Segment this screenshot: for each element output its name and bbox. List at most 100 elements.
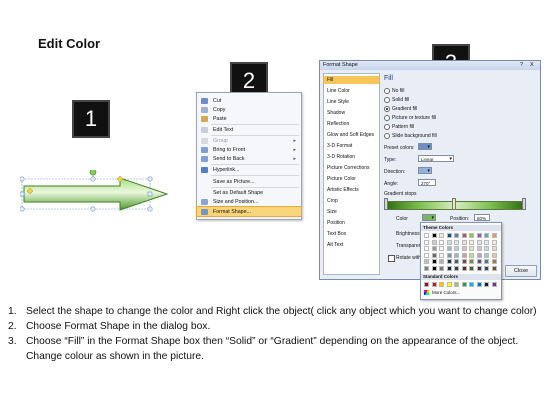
color-swatch[interactable] [431, 233, 437, 238]
color-swatch[interactable] [469, 233, 474, 238]
color-swatch[interactable] [484, 239, 489, 245]
menu-item-paste[interactable]: Paste [197, 114, 301, 123]
color-swatch[interactable] [454, 233, 459, 238]
color-swatch[interactable] [491, 239, 497, 245]
menu-item-copy[interactable]: Copy [197, 105, 301, 114]
gradient-stop-handle[interactable] [452, 198, 456, 210]
position-input[interactable]: 60% [474, 214, 490, 221]
color-swatch[interactable] [431, 252, 437, 258]
radio-pattern-fill[interactable] [384, 124, 390, 130]
color-swatch[interactable] [491, 282, 497, 287]
close-icon[interactable]: X [530, 62, 534, 68]
color-swatch[interactable] [491, 246, 497, 251]
nav-item-3d-rotation[interactable]: 3-D Rotation [327, 153, 377, 161]
color-swatch[interactable] [439, 259, 444, 264]
color-swatch[interactable] [484, 259, 489, 264]
color-swatch[interactable] [431, 259, 437, 264]
nav-item-glow[interactable]: Glow and Soft Edges [327, 131, 377, 139]
color-swatch[interactable] [439, 233, 444, 238]
color-swatch[interactable] [454, 282, 459, 287]
color-swatch[interactable] [424, 259, 429, 264]
gradient-stop-handle[interactable] [522, 198, 526, 210]
nav-item-fill[interactable]: Fill [324, 76, 379, 84]
nav-item-position[interactable]: Position [327, 219, 377, 227]
help-button[interactable]: ? [520, 62, 523, 68]
color-swatch[interactable] [461, 246, 467, 251]
color-swatch[interactable] [446, 246, 452, 251]
nav-item-artistic-effects[interactable]: Artistic Effects [327, 186, 377, 194]
color-swatch[interactable] [431, 246, 437, 251]
color-swatch[interactable] [476, 246, 482, 251]
preset-colors-dropdown[interactable] [418, 143, 432, 151]
color-swatch[interactable] [491, 252, 497, 258]
color-swatch[interactable] [431, 282, 437, 287]
color-swatch[interactable] [469, 259, 474, 264]
color-swatch[interactable] [476, 259, 482, 264]
radio-gradient-fill[interactable] [384, 106, 390, 112]
color-swatch[interactable] [469, 282, 474, 287]
radio-solid-fill[interactable] [384, 97, 390, 103]
color-swatch[interactable] [461, 259, 467, 264]
angle-input[interactable]: 270° [418, 179, 436, 186]
color-swatch[interactable] [461, 239, 467, 245]
menu-item-send-to-back[interactable]: Send to Back ▸ [197, 154, 301, 163]
color-swatch[interactable] [484, 282, 489, 287]
radio-slide-background-fill[interactable] [384, 133, 390, 139]
menu-item-size-position[interactable]: Size and Position... [197, 197, 301, 206]
color-swatch[interactable] [454, 252, 459, 258]
menu-item-set-default-shape[interactable]: Set as Default Shape [197, 188, 301, 197]
nav-item-text-box[interactable]: Text Box [327, 230, 377, 238]
color-swatch[interactable] [476, 239, 482, 245]
color-swatch[interactable] [484, 233, 489, 238]
color-swatch[interactable] [491, 233, 497, 238]
color-swatch[interactable] [424, 265, 429, 271]
nav-item-alt-text[interactable]: Alt Text [327, 241, 377, 249]
color-swatch[interactable] [461, 265, 467, 271]
close-button[interactable]: Close [505, 265, 537, 277]
color-swatch[interactable] [446, 259, 452, 264]
color-swatch[interactable] [439, 252, 444, 258]
color-dropdown[interactable] [422, 214, 436, 222]
menu-item-hyperlink[interactable]: Hyperlink... [197, 165, 301, 174]
color-swatch[interactable] [476, 252, 482, 258]
color-swatch[interactable] [491, 265, 497, 271]
selected-arrow-shape[interactable] [19, 168, 170, 220]
more-colors-link[interactable]: More Colors... [432, 290, 460, 295]
color-swatch[interactable] [484, 265, 489, 271]
direction-dropdown[interactable] [418, 167, 432, 175]
rotate-checkbox[interactable] [388, 255, 395, 262]
color-swatch[interactable] [424, 233, 429, 238]
color-swatch[interactable] [461, 282, 467, 287]
radio-picture-fill[interactable] [384, 115, 390, 121]
color-swatch[interactable] [446, 233, 452, 238]
color-swatch[interactable] [454, 239, 459, 245]
color-swatch[interactable] [484, 252, 489, 258]
color-swatch[interactable] [439, 246, 444, 251]
menu-item-edit-text[interactable]: Edit Text [197, 125, 301, 134]
color-swatch[interactable] [469, 265, 474, 271]
color-swatch[interactable] [424, 246, 429, 251]
menu-item-format-shape[interactable]: Format Shape... [196, 206, 302, 217]
color-swatch[interactable] [446, 252, 452, 258]
color-swatch[interactable] [431, 265, 437, 271]
color-swatch[interactable] [454, 265, 459, 271]
color-swatch[interactable] [469, 252, 474, 258]
color-swatch[interactable] [484, 246, 489, 251]
color-swatch[interactable] [491, 259, 497, 264]
color-swatch[interactable] [431, 239, 437, 245]
color-swatch[interactable] [424, 282, 429, 287]
nav-item-line-color[interactable]: Line Color [327, 87, 377, 95]
color-swatch[interactable] [476, 265, 482, 271]
color-swatch[interactable] [439, 239, 444, 245]
radio-no-fill[interactable] [384, 88, 390, 94]
menu-item-cut[interactable]: Cut [197, 96, 301, 105]
nav-item-picture-corrections[interactable]: Picture Corrections [327, 164, 377, 172]
color-swatch[interactable] [439, 282, 444, 287]
color-swatch[interactable] [446, 265, 452, 271]
color-swatch[interactable] [454, 259, 459, 264]
color-swatch[interactable] [439, 265, 444, 271]
color-swatch[interactable] [461, 252, 467, 258]
color-swatch[interactable] [469, 239, 474, 245]
color-swatch[interactable] [469, 246, 474, 251]
menu-item-bring-to-front[interactable]: Bring to Front ▸ [197, 145, 301, 154]
